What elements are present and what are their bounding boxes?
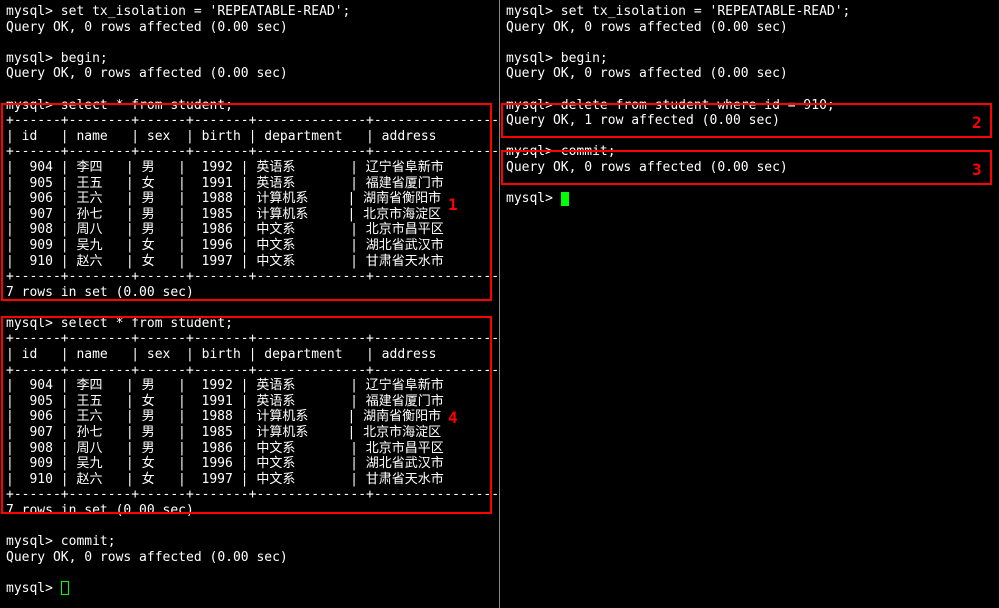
prompt-line[interactable]: mysql> xyxy=(6,581,493,597)
highlight-box-3 xyxy=(501,150,992,185)
result-line: Query OK, 0 rows affected (0.00 sec) xyxy=(6,550,493,566)
cursor-icon xyxy=(61,581,69,595)
highlight-box-1 xyxy=(1,103,492,301)
highlight-label: 2 xyxy=(972,113,982,132)
highlight-label: 3 xyxy=(972,160,982,179)
highlight-box-4 xyxy=(1,316,492,514)
right-terminal[interactable]: mysql> set tx_isolation = 'REPEATABLE-RE… xyxy=(500,0,999,608)
left-terminal[interactable]: mysql> set tx_isolation = 'REPEATABLE-RE… xyxy=(0,0,499,608)
cmd-line: mysql> set tx_isolation = 'REPEATABLE-RE… xyxy=(6,4,493,20)
cmd-line: mysql> commit; xyxy=(6,534,493,550)
highlight-box-2 xyxy=(501,103,992,138)
cmd-line: mysql> begin; xyxy=(506,51,993,67)
cmd-line: mysql> begin; xyxy=(6,51,493,67)
result-line: Query OK, 0 rows affected (0.00 sec) xyxy=(6,20,493,36)
cmd-line: mysql> set tx_isolation = 'REPEATABLE-RE… xyxy=(506,4,993,20)
highlight-label: 1 xyxy=(448,195,458,214)
result-line: Query OK, 0 rows affected (0.00 sec) xyxy=(6,66,493,82)
prompt-line[interactable]: mysql> xyxy=(506,191,993,207)
result-line: Query OK, 0 rows affected (0.00 sec) xyxy=(506,20,993,36)
highlight-label: 4 xyxy=(448,408,458,427)
result-line: Query OK, 0 rows affected (0.00 sec) xyxy=(506,66,993,82)
cursor-icon xyxy=(561,192,569,206)
